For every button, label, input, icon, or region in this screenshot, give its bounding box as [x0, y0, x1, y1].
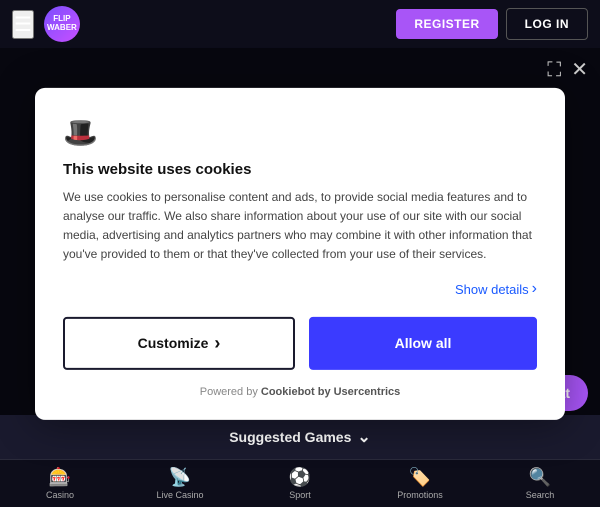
show-details-container: Show details — [63, 280, 537, 299]
nav-label-search: Search — [526, 490, 555, 500]
sport-icon: ⚽ — [289, 467, 311, 488]
nav-label-promotions: Promotions — [397, 490, 443, 500]
allow-all-button[interactable]: Allow all — [309, 317, 537, 370]
nav-item-live-casino[interactable]: 📡 Live Casino — [150, 467, 210, 500]
expand-button[interactable]: ⛶ — [547, 60, 561, 80]
nav-label-live-casino: Live Casino — [156, 490, 203, 500]
suggested-games-bar[interactable]: Suggested Games ⌄ — [0, 415, 600, 459]
nav-label-sport: Sport — [289, 490, 311, 500]
main-area: ⛶ ✕ 🎩 This website uses cookies We use c… — [0, 48, 600, 459]
customize-button[interactable]: Customize — [63, 317, 295, 370]
cookie-body-text: We use cookies to personalise content an… — [63, 187, 537, 264]
nav-item-search[interactable]: 🔍 Search — [510, 467, 570, 500]
nav-label-casino: Casino — [46, 490, 74, 500]
suggested-games-text: Suggested Games — [229, 429, 351, 445]
logo: FLIP WABER — [44, 6, 80, 42]
casino-icon: 🎰 — [49, 467, 71, 488]
header-left: ☰ FLIP WABER — [12, 6, 80, 42]
cookie-buttons: Customize Allow all — [63, 317, 537, 370]
suggested-games-label: Suggested Games ⌄ — [229, 427, 371, 447]
login-button[interactable]: LOG IN — [506, 8, 588, 40]
live-casino-icon: 📡 — [169, 467, 191, 488]
cookie-footer-text: Powered by — [200, 386, 261, 398]
show-details-link[interactable]: Show details — [455, 280, 537, 298]
close-button[interactable]: ✕ — [571, 60, 588, 80]
cookie-modal: 🎩 This website uses cookies We use cooki… — [35, 87, 565, 419]
nav-item-promotions[interactable]: 🏷️ Promotions — [390, 467, 450, 500]
chevron-down-icon: ⌄ — [357, 427, 370, 447]
logo-image: FLIP WABER — [44, 6, 80, 42]
nav-item-casino[interactable]: 🎰 Casino — [30, 467, 90, 500]
hamburger-button[interactable]: ☰ — [12, 10, 34, 39]
register-button[interactable]: REGISTER — [396, 9, 497, 39]
nav-item-sport[interactable]: ⚽ Sport — [270, 467, 330, 500]
promotions-icon: 🏷️ — [409, 467, 431, 488]
header-right: REGISTER LOG IN — [396, 8, 588, 40]
header: ☰ FLIP WABER REGISTER LOG IN — [0, 0, 600, 48]
cookie-footer-brand: Cookiebot by Usercentrics — [261, 386, 400, 398]
cookie-footer: Powered by Cookiebot by Usercentrics — [63, 386, 537, 398]
search-icon: 🔍 — [529, 467, 551, 488]
cookie-title: This website uses cookies — [63, 160, 537, 177]
cookie-hat-icon: 🎩 — [63, 115, 537, 148]
bottom-nav: 🎰 Casino 📡 Live Casino ⚽ Sport 🏷️ Promot… — [0, 459, 600, 507]
top-icons: ⛶ ✕ — [547, 60, 588, 80]
